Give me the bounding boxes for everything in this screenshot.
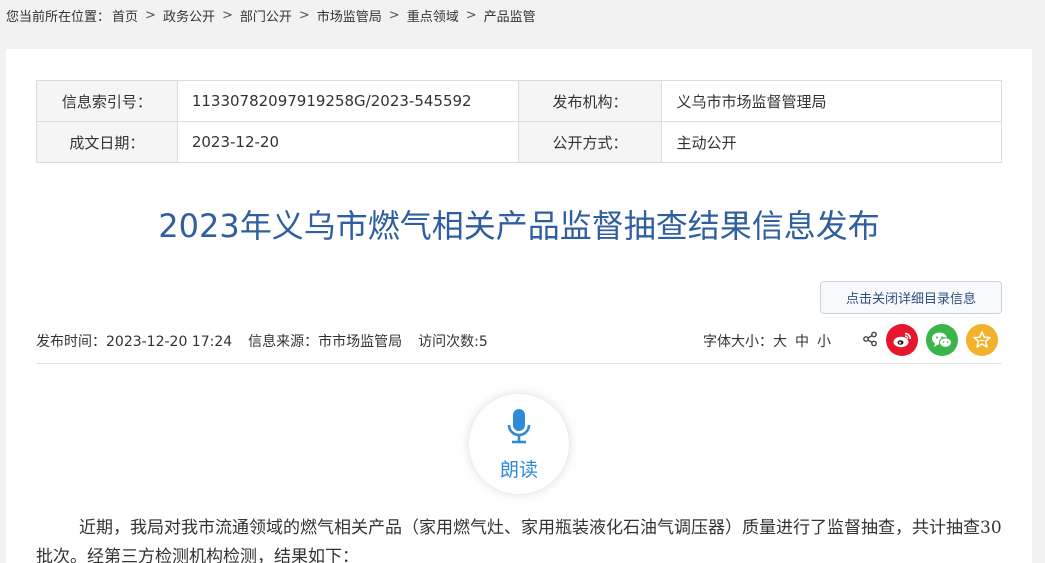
- article-info-bar: 发布时间：2023-12-20 17:24 信息来源：市市场监管局 访问次数:5…: [36, 324, 1002, 364]
- meta-row: 信息索引号： 11330782097919258G/2023-545592 发布…: [36, 80, 1002, 122]
- font-size-small[interactable]: 小: [817, 331, 831, 351]
- breadcrumb-home[interactable]: 首页: [112, 6, 138, 25]
- info-meta-table: 信息索引号： 11330782097919258G/2023-545592 发布…: [36, 80, 1002, 163]
- breadcrumb-separator: >: [145, 7, 156, 23]
- doc-date-value: 2023-12-20: [176, 121, 519, 163]
- wechat-icon: [932, 332, 952, 348]
- breadcrumb: 您当前所在位置： 首页 > 政务公开 > 部门公开 > 市场监管局 > 重点领域…: [6, 5, 536, 25]
- toggle-catalog-button[interactable]: 点击关闭详细目录信息: [820, 281, 1002, 314]
- breadcrumb-market-bureau[interactable]: 市场监管局: [317, 6, 382, 25]
- publisher-value: 义乌市市场监督管理局: [661, 80, 1002, 122]
- font-size-control: 字体大小： 大 中 小: [703, 331, 831, 351]
- font-size-label: 字体大小：: [703, 334, 773, 350]
- disclosure-mode-label: 公开方式：: [517, 121, 663, 163]
- font-size-medium[interactable]: 中: [795, 331, 809, 351]
- microphone-icon: [507, 409, 531, 444]
- weibo-icon: [893, 332, 911, 348]
- meta-row: 成文日期： 2023-12-20 公开方式： 主动公开: [36, 121, 1002, 163]
- visit-count: 访问次数:5: [418, 334, 488, 350]
- breadcrumb-key-areas[interactable]: 重点领域: [407, 6, 459, 25]
- breadcrumb-lead: 您当前所在位置：: [6, 9, 111, 25]
- wechat-share-button[interactable]: [926, 324, 958, 356]
- index-number-value: 11330782097919258G/2023-545592: [176, 80, 519, 122]
- index-number-label: 信息索引号：: [36, 80, 178, 122]
- article-title: 2023年义乌市燃气相关产品监督抽查结果信息发布: [158, 207, 880, 245]
- info-source: 信息来源：市市场监管局: [248, 334, 403, 350]
- doc-date-label: 成文日期：: [36, 121, 178, 163]
- weibo-share-button[interactable]: [886, 324, 918, 356]
- breadcrumb-separator: >: [298, 7, 310, 23]
- breadcrumb-gov-open[interactable]: 政务公开: [163, 6, 215, 25]
- read-aloud-button[interactable]: 朗读: [469, 394, 569, 494]
- breadcrumb-dept-open[interactable]: 部门公开: [240, 6, 292, 25]
- article-body: 近期，我局对我市流通领域的燃气相关产品（家用燃气灶、家用瓶装液化石油气调压器）质…: [36, 518, 1002, 563]
- favorite-icon: [973, 331, 991, 348]
- publish-time: 发布时间：2023-12-20 17:24: [36, 334, 233, 350]
- read-aloud-label: 朗读: [499, 459, 538, 481]
- breadcrumb-separator: >: [388, 7, 400, 23]
- breadcrumb-separator: >: [221, 7, 233, 23]
- favorite-button[interactable]: [966, 324, 998, 356]
- article-card: 信息索引号： 11330782097919258G/2023-545592 发布…: [6, 49, 1032, 563]
- publisher-label: 发布机构：: [517, 80, 663, 122]
- font-size-large[interactable]: 大: [773, 331, 787, 351]
- share-icon[interactable]: [862, 331, 878, 347]
- breadcrumb-separator: >: [465, 7, 477, 23]
- disclosure-mode-value: 主动公开: [661, 121, 1002, 163]
- breadcrumb-product-supervision[interactable]: 产品监管: [484, 6, 536, 25]
